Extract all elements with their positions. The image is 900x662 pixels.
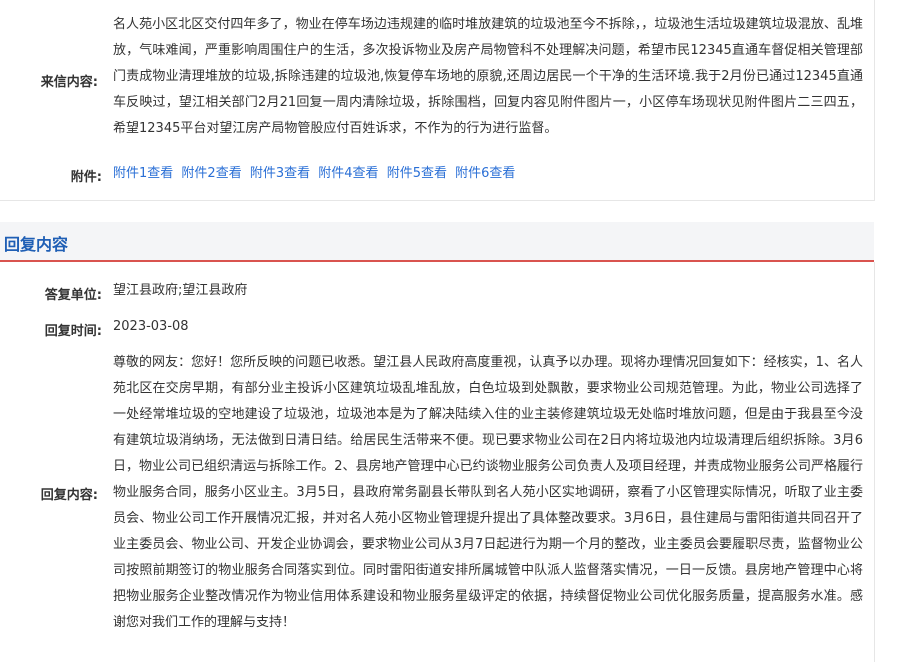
reply-content-text: 尊敬的网友：您好！您所反映的问题已收悉。望江县人民政府高度重视，认真予以办理。现… bbox=[113, 355, 863, 630]
attachments-label: 附件: bbox=[70, 170, 102, 185]
reply-content-label: 回复内容: bbox=[40, 488, 98, 503]
attachment-link-5[interactable]: 附件5查看 bbox=[387, 166, 447, 181]
attachment-link-6[interactable]: 附件6查看 bbox=[455, 166, 515, 181]
reply-time-label: 回复时间: bbox=[44, 324, 102, 339]
attachment-link-2[interactable]: 附件2查看 bbox=[181, 166, 241, 181]
reply-unit-value: 望江县政府;望江县政府 bbox=[113, 283, 248, 298]
attachment-link-3[interactable]: 附件3查看 bbox=[250, 166, 310, 181]
attachment-link-1[interactable]: 附件1查看 bbox=[113, 166, 173, 181]
attachments-list: 附件1查看 附件2查看 附件3查看 附件4查看 附件5查看 附件6查看 bbox=[113, 165, 519, 183]
reply-section-title: 回复内容 bbox=[4, 235, 69, 254]
page: 来信内容: 名人苑小区北区交付四年多了，物业在停车场边违规建的临时堆放建筑的垃圾… bbox=[0, 0, 900, 662]
reply-time-value: 2023-03-08 bbox=[113, 319, 189, 334]
letter-content-text: 名人苑小区北区交付四年多了，物业在停车场边违规建的临时堆放建筑的垃圾池至今不拆除… bbox=[113, 17, 863, 136]
letter-content-label: 来信内容: bbox=[40, 75, 98, 90]
reply-section-header: 回复内容 bbox=[0, 222, 874, 262]
attachment-link-4[interactable]: 附件4查看 bbox=[318, 166, 378, 181]
reply-unit-label: 答复单位: bbox=[44, 288, 102, 303]
